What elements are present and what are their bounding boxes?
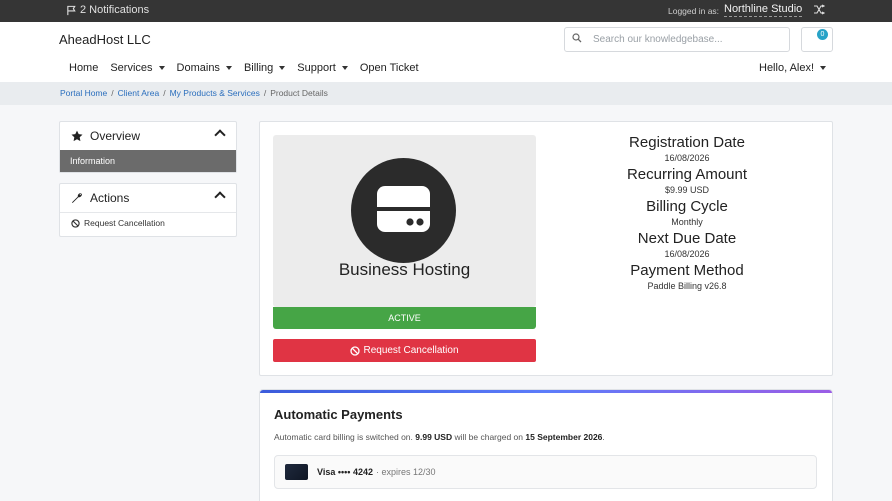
nav-billing-label: Billing <box>243 62 274 74</box>
user-menu[interactable]: Hello, Alex! <box>759 62 827 74</box>
breadcrumb-bar: Portal Home / Client Area / My Products & … <box>0 82 892 105</box>
server-icon <box>351 158 456 263</box>
sidebar-item-information[interactable]: Information <box>60 150 236 172</box>
nav-open-ticket[interactable]: Open Ticket <box>360 62 419 74</box>
cart-button[interactable]: 0 <box>801 27 833 52</box>
billing-cycle-value: Monthly <box>671 217 703 227</box>
caret-down-icon <box>158 66 165 70</box>
header: AheadHost LLC 0 Home Services Domains Bi… <box>0 22 892 82</box>
nav-support-label: Support <box>297 62 336 74</box>
knowledgebase-search <box>564 27 790 52</box>
nav-services[interactable]: Services <box>110 62 165 74</box>
flag-icon <box>67 5 76 15</box>
nav-support[interactable]: Support <box>297 62 348 74</box>
saved-card[interactable]: Visa •••• 4242 · expires 12/30 <box>274 455 817 489</box>
sidebar-item-request-cancellation[interactable]: Request Cancellation <box>60 212 236 234</box>
greeting: Hello, Alex! <box>759 62 815 74</box>
registration-date-label: Registration Date <box>629 134 745 151</box>
recurring-amount-label: Recurring Amount <box>626 166 748 183</box>
sidebar-actions-panel: Actions Request Cancellation <box>59 183 237 237</box>
product-name: Business Hosting <box>338 260 471 279</box>
brand-logo[interactable]: AheadHost LLC <box>59 32 151 47</box>
caret-down-icon <box>279 66 286 70</box>
search-icon[interactable] <box>565 33 589 46</box>
wrench-icon <box>72 193 82 203</box>
chevron-up-icon[interactable] <box>214 129 226 141</box>
star-icon <box>71 130 83 142</box>
automatic-payments-description: Automatic card billing is switched on. 9… <box>274 432 605 442</box>
registration-date-value: 16/08/2026 <box>664 153 710 163</box>
recurring-amount-value: $9.99 USD <box>664 185 710 195</box>
actions-title: Actions <box>90 191 130 205</box>
notifications-label: 2 Notifications <box>80 4 150 16</box>
top-bar: 2 Notifications Logged in as: Northline … <box>0 0 892 22</box>
chevron-up-icon[interactable] <box>214 191 226 203</box>
logged-in-label: Logged in as: <box>668 6 720 16</box>
automatic-payments-title: Automatic Payments <box>274 407 403 422</box>
status-badge: ACTIVE <box>273 307 536 329</box>
breadcrumb-portal-home[interactable]: Portal Home <box>60 88 107 98</box>
breadcrumb-separator: / <box>111 88 114 98</box>
breadcrumb: Portal Home / Client Area / My Products & … <box>60 88 328 98</box>
next-due-date-value: 16/08/2026 <box>664 249 710 259</box>
caret-down-icon <box>820 66 827 70</box>
caret-down-icon <box>225 66 232 70</box>
sidebar-overview-panel: Overview Information <box>59 121 237 173</box>
breadcrumb-current: Product Details <box>270 88 328 98</box>
nav-billing[interactable]: Billing <box>243 62 286 74</box>
actions-panel-header[interactable]: Actions <box>60 184 236 212</box>
ban-icon <box>71 219 80 228</box>
notifications-link[interactable]: 2 Notifications <box>66 4 149 16</box>
next-due-date-label: Next Due Date <box>637 230 737 247</box>
card-label: Visa •••• 4242 <box>317 467 373 477</box>
switch-account-icon[interactable] <box>813 4 826 18</box>
payment-method-value: Paddle Billing v26.8 <box>647 281 727 291</box>
client-name-link[interactable]: Northline Studio <box>724 3 803 17</box>
search-input[interactable] <box>589 34 779 45</box>
nav-open-ticket-label: Open Ticket <box>359 62 419 74</box>
nav-domains-label: Domains <box>176 62 220 74</box>
payment-method-label: Payment Method <box>630 262 744 279</box>
desc-text: . <box>602 432 605 442</box>
desc-text: will be charged on <box>452 432 526 442</box>
overview-title: Overview <box>90 129 141 143</box>
nav-domains[interactable]: Domains <box>177 62 232 74</box>
credit-card-icon <box>285 464 308 480</box>
request-cancellation-label: Request Cancellation <box>363 345 459 356</box>
product-details-panel: Business Hosting ACTIVE Request Cancella… <box>259 121 833 376</box>
cart-count-badge: 0 <box>817 29 828 40</box>
caret-down-icon <box>341 66 348 70</box>
billing-cycle-label: Billing Cycle <box>646 198 728 215</box>
product-info: Registration Date 16/08/2026 Recurring A… <box>576 134 798 294</box>
breadcrumb-client-area[interactable]: Client Area <box>118 88 160 98</box>
ban-icon <box>350 345 361 356</box>
product-card: Business Hosting <box>273 135 536 307</box>
nav-services-label: Services <box>110 62 153 74</box>
main-nav: Home Services Domains Billing Support Op… <box>69 62 431 74</box>
accent-strip <box>260 390 832 393</box>
charge-amount: 9.99 USD <box>415 432 453 442</box>
sidebar-item-label: Request Cancellation <box>84 218 165 228</box>
overview-panel-header[interactable]: Overview <box>60 122 236 150</box>
breadcrumb-products[interactable]: My Products & Services <box>170 88 260 98</box>
card-expiry: · expires 12/30 <box>375 467 436 477</box>
automatic-payments-panel: Automatic Payments Automatic card billin… <box>259 389 833 501</box>
breadcrumb-separator: / <box>163 88 166 98</box>
nav-home[interactable]: Home <box>69 62 98 74</box>
request-cancellation-button[interactable]: Request Cancellation <box>273 339 536 362</box>
desc-text: Automatic card billing is switched on. <box>274 432 416 442</box>
nav-home-label: Home <box>69 62 99 74</box>
breadcrumb-separator: / <box>263 88 267 98</box>
charge-date: 15 September 2026 <box>525 432 603 442</box>
